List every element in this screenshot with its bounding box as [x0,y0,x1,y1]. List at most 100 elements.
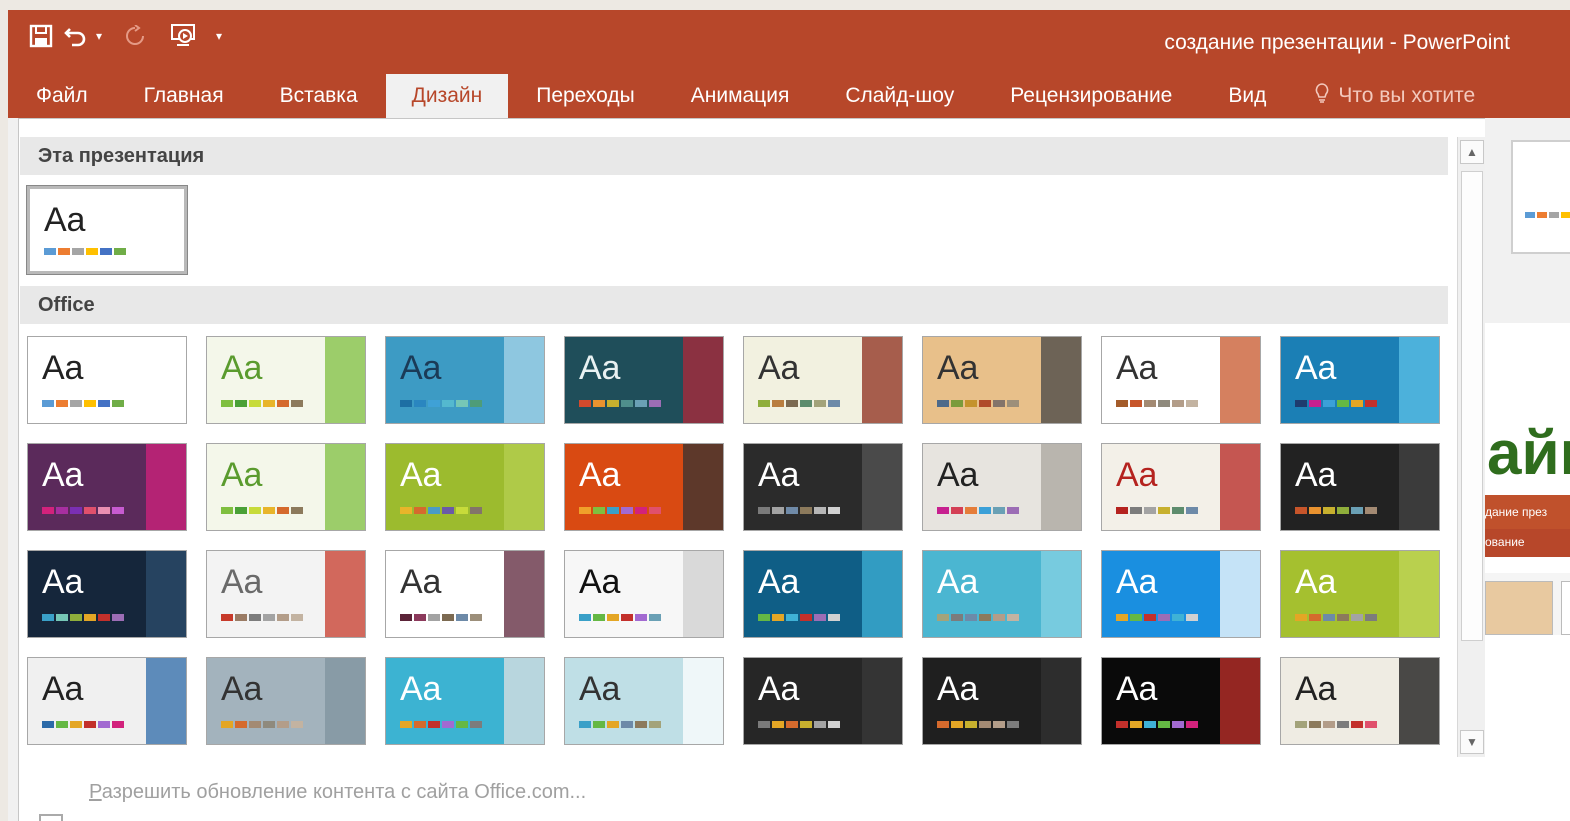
theme-thumbnail[interactable]: Аа [1101,657,1261,745]
theme-thumbnail[interactable]: Аа [922,657,1082,745]
theme-thumbnail[interactable]: Аа [385,443,545,531]
theme-sample-text: Аа [221,670,262,708]
tab-view[interactable]: Вид [1200,74,1294,118]
theme-thumbnail[interactable]: Аа [27,336,187,424]
swatch [44,248,56,255]
swatch [414,721,426,728]
tab-file[interactable]: Файл [8,74,116,118]
swatch [786,507,798,514]
tab-home[interactable]: Главная [116,74,252,118]
theme-sample-text: Аа [400,563,441,601]
theme-thumbnail[interactable]: Аа [206,336,366,424]
theme-color-swatches [579,507,663,514]
theme-thumbnail[interactable]: Аа [206,443,366,531]
theme-color-swatches [221,721,305,728]
tab-review[interactable]: Рецензирование [982,74,1200,118]
tab-transitions[interactable]: Переходы [508,74,663,118]
theme-color-swatches [221,507,305,514]
theme-accent-shape [683,658,723,744]
theme-thumbnail[interactable]: Аа [1101,550,1261,638]
theme-color-swatches [1116,400,1200,407]
tab-slideshow[interactable]: Слайд-шоу [817,74,982,118]
swatch [1116,507,1128,514]
theme-thumbnail[interactable]: Аа [743,443,903,531]
theme-thumbnail[interactable]: Аа [27,443,187,531]
theme-thumbnail[interactable]: Аа [27,550,187,638]
theme-thumbnail[interactable]: Аа [206,657,366,745]
swatch [263,614,275,621]
save-icon[interactable] [22,18,60,54]
swatch [649,721,661,728]
tab-design[interactable]: Дизайн [385,74,509,118]
theme-gallery: Эта презентация Office Аа Аа Аа Аа Аа Аа Аа Аа А… [18,118,1487,821]
tell-me-box[interactable]: Что вы хотите [1294,74,1503,118]
swatch [112,507,124,514]
browse-themes-icon[interactable] [39,814,63,821]
swatch [1007,507,1019,514]
redo-icon[interactable] [116,18,154,54]
quick-access-toolbar: ▾ ▾ [22,18,226,54]
swatch [1365,721,1377,728]
theme-thumbnail[interactable]: Аа [27,657,187,745]
theme-sample-text: Аа [42,349,83,387]
undo-dropdown-icon[interactable]: ▾ [92,18,106,54]
tab-insert[interactable]: Вставка [252,74,386,118]
customize-qat-icon[interactable]: ▾ [212,18,226,54]
theme-thumbnail[interactable]: Аа [743,550,903,638]
swatch [70,721,82,728]
theme-accent-shape [146,444,186,530]
theme-sample-text: Аа [579,349,620,387]
theme-thumbnail[interactable]: Аа [206,550,366,638]
swatch [235,721,247,728]
theme-thumbnail[interactable]: Аа [1101,443,1261,531]
variant-thumbnail[interactable] [1511,140,1570,254]
theme-thumbnail[interactable]: Аа [385,336,545,424]
swatch [979,721,991,728]
theme-thumbnail[interactable]: Аа [743,657,903,745]
swatch [607,507,619,514]
swatch [786,400,798,407]
theme-thumbnail[interactable]: Аа [385,550,545,638]
swatch [1351,400,1363,407]
slideshow-icon[interactable] [164,18,202,54]
theme-thumbnail[interactable]: Аа [922,336,1082,424]
swatch [1158,721,1170,728]
scroll-up-icon[interactable]: ▲ [1460,140,1484,164]
theme-thumbnail[interactable]: Аа [1280,336,1440,424]
gallery-scrollbar[interactable]: ▲ ▼ [1457,137,1486,757]
swatch [1186,400,1198,407]
scroll-thumb[interactable] [1461,171,1483,641]
theme-color-swatches [42,721,126,728]
scroll-down-icon[interactable]: ▼ [1460,730,1484,754]
theme-thumbnail[interactable]: Аа [922,443,1082,531]
tab-animations[interactable]: Анимация [663,74,818,118]
theme-thumbnail[interactable]: Аа [385,657,545,745]
swatch [635,614,647,621]
theme-thumbnail[interactable]: Аа [564,550,724,638]
theme-thumbnail[interactable]: Аа [1280,443,1440,531]
swatch [221,507,233,514]
theme-thumbnail[interactable]: Аа [922,550,1082,638]
theme-thumbnail[interactable]: Аа [1280,657,1440,745]
theme-current[interactable]: Аа [26,185,188,275]
swatch [1337,507,1349,514]
theme-thumbnail[interactable]: Аа [1101,336,1261,424]
slide-preview: айн дание през ование [1485,323,1570,821]
swatch [1158,614,1170,621]
swatch [579,614,591,621]
undo-icon[interactable] [60,18,92,54]
theme-thumbnail[interactable]: Аа [564,657,724,745]
theme-thumbnail[interactable]: Аа [564,443,724,531]
enable-content-updates-link[interactable]: Разрешить обновление контента с сайта Of… [89,781,586,804]
powerpoint-window: ▾ ▾ создание презентации - PowerPoint Фа… [8,10,1570,821]
theme-color-swatches [1295,400,1379,407]
swatch [951,400,963,407]
swatch [249,614,261,621]
swatch [635,721,647,728]
theme-thumbnail[interactable]: Аа [564,336,724,424]
theme-thumbnail[interactable]: Аа [1280,550,1440,638]
swatch [263,400,275,407]
theme-thumbnail[interactable]: Аа [743,336,903,424]
swatch [414,614,426,621]
swatch [100,248,112,255]
